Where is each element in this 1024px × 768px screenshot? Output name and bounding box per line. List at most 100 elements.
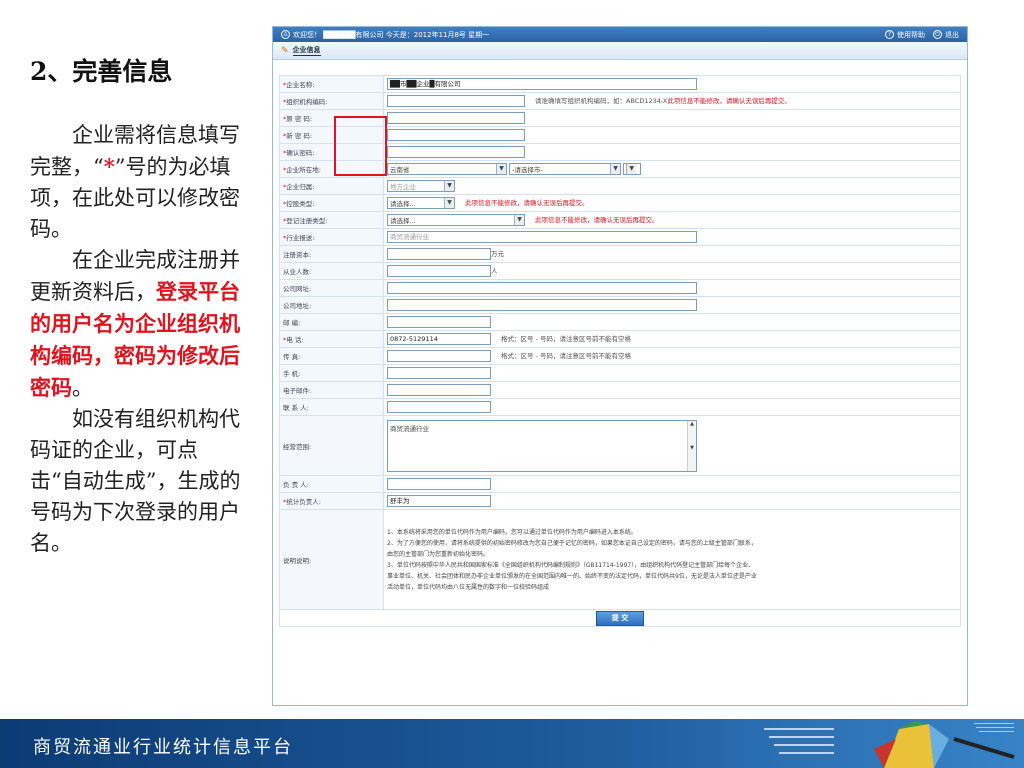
exit-link[interactable]: ⏻ 退出 xyxy=(933,30,959,40)
row-phone: *电 话: 0872-5129114 格式：区号 - 号码，请注意区号前不能有空格 xyxy=(279,330,961,348)
holding-select[interactable]: 请选择... ▼ xyxy=(387,197,455,209)
org-code-hint: 请准确填写组织机构编码，如：ABCD1234-X xyxy=(535,97,668,105)
tab-bar: ✎ 企业信息 xyxy=(273,42,967,60)
reg-type-warning: 此项信息不能修改，请确认无误后再提交。 xyxy=(535,216,659,224)
row-group: *企业归属: 地方企业 ▼ xyxy=(279,177,961,195)
chevron-down-icon: ▼ xyxy=(496,164,506,174)
row-manager: 负 责 人: xyxy=(279,475,961,493)
row-mobile: 手 机: xyxy=(279,364,961,382)
row-address: 公司地址: xyxy=(279,296,961,314)
email-input[interactable] xyxy=(387,384,491,396)
paragraph-1: 企业需将信息填写完整，“*”号的为必填项，在此处可以修改密码。 xyxy=(30,123,240,241)
label-org-code: *组织机构编码: xyxy=(279,92,384,110)
district-select[interactable]: ▼ xyxy=(623,163,642,175)
phone-input[interactable]: 0872-5129114 xyxy=(387,333,491,345)
label-company-name: *企业名称: xyxy=(279,75,384,93)
welcome-text: 欢迎您！ ██████有限公司 今天是：2012年11月8号 星期一 xyxy=(293,30,490,39)
label-employees: 从业人数: xyxy=(279,262,384,280)
label-reg-type: *登记注册类型: xyxy=(279,211,384,229)
capital-input[interactable] xyxy=(387,248,491,260)
section-heading: 2、完善信息 xyxy=(30,57,173,86)
label-stat-owner: *统计负责人: xyxy=(279,492,384,510)
row-notes: 说明说明: 1、本系统将采用您的单位代码作为用户编码，您可以通过单位代码作为用户… xyxy=(279,509,961,610)
scrollbar[interactable]: ▲ ▼ xyxy=(687,420,696,471)
confirm-password-input[interactable] xyxy=(387,146,525,158)
company-name-input[interactable]: ██市██企业█有限公司 xyxy=(387,78,697,90)
row-stat-owner: *统计负责人: 舒丰为 xyxy=(279,492,961,510)
label-group: *企业归属: xyxy=(279,177,384,195)
top-bar: ♙ 欢迎您！ ██████有限公司 今天是：2012年11月8号 星期一 ? 使用… xyxy=(273,27,967,42)
postcode-input[interactable] xyxy=(387,316,491,328)
notes-list: 1、本系统将采用您的单位代码作为用户编码，您可以通过单位代码作为用户编码进入本系… xyxy=(387,528,757,591)
org-code-input[interactable] xyxy=(387,95,525,107)
password-fields-highlight xyxy=(334,116,387,176)
phone-hint: 格式：区号 - 号码，请注意区号前不能有空格 xyxy=(501,335,631,343)
row-fax: 传 真: 格式：区号 - 号码，请注意区号前不能有空格 xyxy=(279,347,961,365)
row-employees: 从业人数: 人 xyxy=(279,262,961,280)
reg-type-select[interactable]: 请选择... ▼ xyxy=(387,214,525,226)
required-star: * xyxy=(103,154,115,179)
chevron-down-icon: ▼ xyxy=(610,164,621,174)
row-company-name: *企业名称: ██市██企业█有限公司 xyxy=(279,75,961,93)
label-manager: 负 责 人: xyxy=(279,475,384,493)
row-capital: 注册资本: 万元 xyxy=(279,245,961,263)
label-address: 公司地址: xyxy=(279,296,384,314)
help-link[interactable]: ? 使用帮助 xyxy=(885,30,925,40)
label-notes: 说明说明: xyxy=(279,509,384,610)
label-email: 电子邮件: xyxy=(279,381,384,399)
stat-owner-input[interactable]: 舒丰为 xyxy=(387,495,491,507)
tab-company-info[interactable]: 企业信息 xyxy=(292,45,321,56)
label-industry: *行业报送: xyxy=(279,228,384,246)
address-input[interactable] xyxy=(387,299,697,311)
row-holding: *控股类型: 请选择... ▼ 此项信息不能修改，请确认无误后再提交。 xyxy=(279,194,961,212)
decorative-graphics xyxy=(724,719,1024,768)
label-website: 公司网址: xyxy=(279,279,384,297)
org-code-warning: 此项信息不能修改，请确认无误后再提交。 xyxy=(667,97,791,105)
paragraph-3: 如没有组织机构代码证的企业，可点击“自动生成”，生成的号码为下次登录的用户名。 xyxy=(30,407,241,555)
chevron-down-icon: ▼ xyxy=(444,181,454,191)
edit-icon: ✎ xyxy=(281,45,289,56)
fax-input[interactable] xyxy=(387,350,491,362)
holding-warning: 此项信息不能修改，请确认无误后再提交。 xyxy=(465,199,589,207)
website-input[interactable] xyxy=(387,282,697,294)
row-email: 电子邮件: xyxy=(279,381,961,399)
label-phone: *电 话: xyxy=(279,330,384,348)
label-postcode: 邮 编: xyxy=(279,313,384,331)
row-website: 公司网址: xyxy=(279,279,961,297)
chevron-down-icon: ▼ xyxy=(444,198,454,208)
power-icon: ⏻ xyxy=(933,30,942,39)
industry-input: 商贸流通行业 xyxy=(387,231,697,243)
employees-input[interactable] xyxy=(387,265,491,277)
left-explanation: 2、完善信息 企业需将信息填写完整，“*”号的为必填项，在此处可以修改密码。 在… xyxy=(30,52,248,559)
capital-unit: 万元 xyxy=(491,250,504,258)
label-contact: 联 系 人: xyxy=(279,398,384,416)
fax-hint: 格式：区号 - 号码，请注意区号前不能有空格 xyxy=(501,352,631,360)
employees-unit: 人 xyxy=(491,267,498,275)
label-holding: *控股类型: xyxy=(279,194,384,212)
platform-title: 商贸流通业行业统计信息平台 xyxy=(33,737,293,758)
scope-textarea[interactable]: 商贸流通行业 ▲ ▼ xyxy=(387,419,697,472)
old-password-input[interactable] xyxy=(387,112,525,124)
footer-bar: 商贸流通业行业统计信息平台 xyxy=(0,719,1024,768)
submit-button[interactable]: 提 交 xyxy=(596,610,644,626)
row-postcode: 邮 编: xyxy=(279,313,961,331)
row-industry: *行业报送: 商贸流通行业 xyxy=(279,228,961,246)
city-select[interactable]: -请选择市- ▼ xyxy=(509,163,622,175)
row-org-code: *组织机构编码: 请准确填写组织机构编码，如：ABCD1234-X此项信息不能修… xyxy=(279,92,961,110)
chevron-down-icon: ▼ xyxy=(514,215,524,225)
new-password-input[interactable] xyxy=(387,129,525,141)
contact-input[interactable] xyxy=(387,401,491,413)
label-capital: 注册资本: xyxy=(279,245,384,263)
user-icon: ♙ xyxy=(281,30,290,39)
row-scope: 经营范围: 商贸流通行业 ▲ ▼ xyxy=(279,415,961,476)
paragraph-2: 在企业完成注册并更新资料后，登录平台的用户名为企业组织机构编码，密码为修改后密码… xyxy=(30,248,240,400)
row-reg-type: *登记注册类型: 请选择... ▼ 此项信息不能修改，请确认无误后再提交。 xyxy=(279,211,961,229)
mobile-input[interactable] xyxy=(387,367,491,379)
row-submit: 提 交 xyxy=(279,609,961,627)
label-fax: 传 真: xyxy=(279,347,384,365)
manager-input[interactable] xyxy=(387,478,491,490)
province-select[interactable]: 云南省 ▼ xyxy=(387,163,507,175)
label-scope: 经营范围: xyxy=(279,415,384,476)
help-icon: ? xyxy=(885,30,894,39)
chevron-down-icon: ▼ xyxy=(626,164,637,174)
